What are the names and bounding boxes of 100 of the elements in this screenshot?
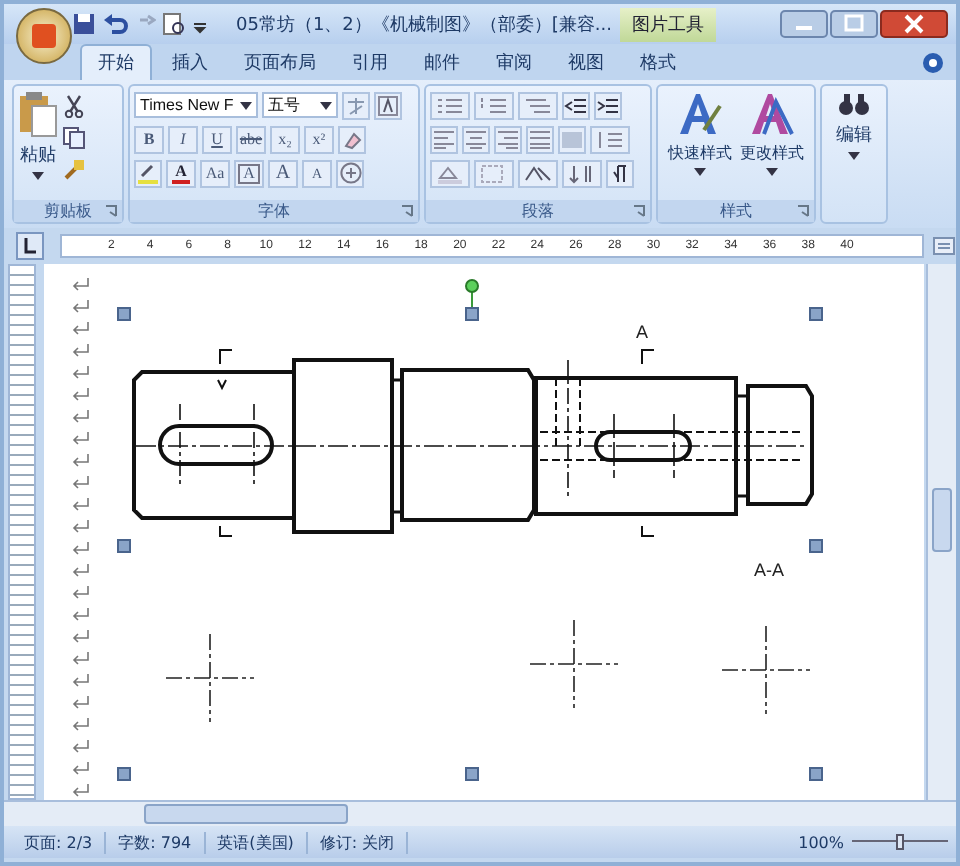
ribbon-tab[interactable]: 页面布局: [228, 46, 332, 80]
paragraph-mark-icon: [72, 475, 89, 489]
vertical-scrollbar[interactable]: [926, 264, 956, 800]
paragraph-mark-icon: [72, 673, 89, 687]
caret-icon: [32, 172, 44, 180]
contextual-tab-header: 图片工具: [620, 7, 716, 41]
font-effect-button[interactable]: A: [166, 159, 196, 187]
status-item[interactable]: 字数: 794: [106, 831, 206, 853]
format-button[interactable]: I: [168, 125, 198, 153]
crosshair-mark: [529, 619, 619, 709]
group-label: 字体: [258, 200, 290, 222]
paragraph-mark-icon: [72, 585, 89, 599]
circled-plus-icon: [339, 162, 361, 184]
paste-button[interactable]: 粘贴: [18, 90, 58, 196]
paragraph-mark-icon: [72, 343, 89, 357]
undo-icon[interactable]: [102, 12, 130, 36]
numbered-list-button[interactable]: [474, 91, 514, 119]
ribbon-tab[interactable]: 开始: [80, 44, 152, 80]
paragraph-mark-icon: [72, 365, 89, 379]
dialog-launcher-icon[interactable]: [400, 204, 414, 218]
sort-button[interactable]: [562, 159, 602, 187]
highlight-button[interactable]: [134, 159, 162, 187]
multilevel-list-button[interactable]: [518, 91, 558, 119]
ribbon-tab[interactable]: 引用: [336, 46, 404, 80]
increase-indent-button[interactable]: [594, 91, 622, 119]
dialog-launcher-icon[interactable]: [104, 204, 118, 218]
resize-handle[interactable]: [809, 767, 823, 781]
paragraph-mark-icon: [72, 277, 89, 291]
align-left-button[interactable]: [430, 125, 458, 153]
caret-icon: [848, 152, 860, 160]
save-icon[interactable]: [72, 12, 96, 36]
indent-icon: [596, 95, 620, 115]
paragraph-mark-icon: [72, 739, 89, 753]
paragraph-mark-icon: [72, 717, 89, 731]
close-button[interactable]: [880, 10, 948, 38]
resize-handle[interactable]: [117, 307, 131, 321]
status-item[interactable]: 修订: 关闭: [307, 831, 409, 853]
decrease-indent-button[interactable]: [562, 91, 590, 119]
font-name-field[interactable]: Times New F: [134, 92, 258, 118]
character-border-button[interactable]: [374, 91, 402, 119]
status-item[interactable]: 页面: 2/3: [12, 831, 107, 853]
brush-icon[interactable]: [62, 158, 86, 182]
status-item[interactable]: 英语(美国): [205, 831, 308, 853]
maximize-button[interactable]: [830, 10, 878, 38]
align-center-button[interactable]: [462, 125, 490, 153]
copy-icon[interactable]: [62, 126, 86, 150]
resize-handle[interactable]: [465, 307, 479, 321]
zoom-level[interactable]: 100%: [798, 833, 844, 851]
bullet-list-button[interactable]: [430, 91, 470, 119]
binoculars-icon: [838, 90, 870, 118]
crosshair-mark: [165, 633, 255, 723]
font-size-field[interactable]: 五号: [262, 92, 338, 118]
zoom-slider-thumb[interactable]: [896, 834, 904, 850]
shading-button[interactable]: [430, 159, 470, 187]
ribbon-tab[interactable]: 视图: [552, 46, 620, 80]
group-label: 样式: [720, 200, 752, 222]
font-effect-button[interactable]: A: [234, 159, 264, 187]
format-button[interactable]: abe: [236, 125, 266, 153]
paragraph-mark-icon: [72, 651, 89, 665]
paragraph-mark-icon: [72, 695, 89, 709]
ribbon-tab[interactable]: 邮件: [408, 46, 476, 80]
format-button[interactable]: U: [202, 125, 232, 153]
dialog-launcher-icon[interactable]: [796, 204, 810, 218]
resize-handle[interactable]: [465, 767, 479, 781]
show-marks-button[interactable]: [606, 159, 634, 187]
scissors-icon[interactable]: [62, 94, 86, 118]
paragraph-mark-icon: [72, 321, 89, 335]
align-right-button[interactable]: [494, 125, 522, 153]
font-effect-button[interactable]: Aa: [200, 159, 230, 187]
format-button[interactable]: x²: [304, 125, 334, 153]
ribbon-tab[interactable]: 格式: [624, 46, 692, 80]
font-effect-button[interactable]: A: [268, 159, 298, 187]
section-label: A-A: [754, 560, 785, 580]
style-button[interactable]: 更改样式: [740, 90, 804, 196]
print-preview-icon[interactable]: [162, 12, 186, 36]
ribbon-tab[interactable]: 插入: [156, 46, 224, 80]
crosshair-mark: [721, 625, 811, 715]
resize-handle[interactable]: [809, 539, 823, 553]
clear-format-button[interactable]: [338, 125, 366, 153]
justify-icon: [528, 129, 552, 149]
format-button[interactable]: B: [134, 125, 164, 153]
paragraph-mark-icon: [72, 453, 89, 467]
ribbon-tab[interactable]: 审阅: [480, 46, 548, 80]
minimize-button[interactable]: [780, 10, 828, 38]
ruler-toggle-icon[interactable]: [932, 234, 956, 258]
format-button[interactable]: x₂: [270, 125, 300, 153]
enclosed-character-button[interactable]: [336, 159, 364, 187]
office-button[interactable]: [16, 8, 72, 64]
horizontal-scrollbar[interactable]: [4, 800, 956, 826]
resize-handle[interactable]: [809, 307, 823, 321]
style-button[interactable]: 快速样式: [668, 90, 732, 196]
resize-handle[interactable]: [117, 767, 131, 781]
dialog-launcher-icon[interactable]: [632, 204, 646, 218]
tab-selector-icon[interactable]: [16, 232, 44, 260]
help-icon[interactable]: [922, 52, 944, 74]
caret-icon: [694, 168, 706, 176]
editing-button[interactable]: 编辑: [836, 90, 872, 218]
rotation-handle[interactable]: [465, 279, 479, 309]
align-left-icon: [432, 129, 456, 149]
resize-handle[interactable]: [117, 539, 131, 553]
